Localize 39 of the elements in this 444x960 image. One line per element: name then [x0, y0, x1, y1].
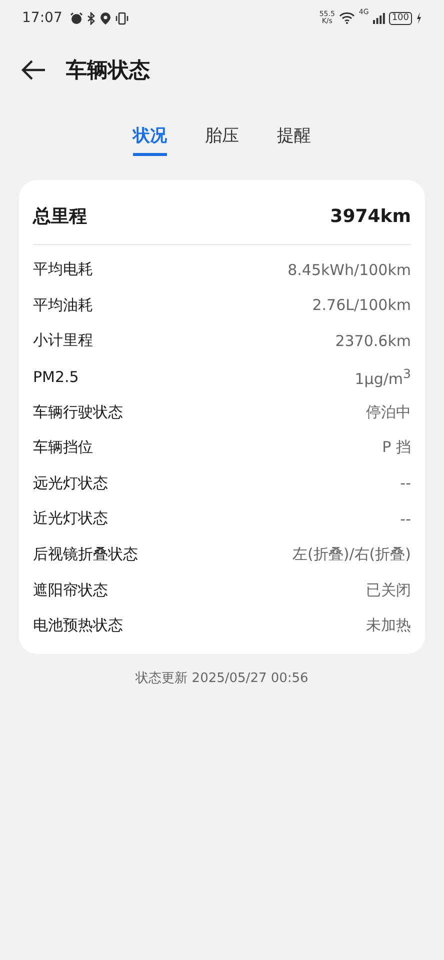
row-label: 平均油耗 — [33, 296, 93, 315]
row-label: 近光灯状态 — [33, 509, 108, 528]
tab[interactable]: 状况 — [133, 124, 167, 156]
location-icon — [100, 12, 112, 24]
back-icon[interactable] — [20, 59, 46, 81]
row-label: 遮阳帘状态 — [33, 580, 108, 600]
row-label: PM2.5 — [33, 368, 79, 386]
signal-icon — [372, 12, 385, 24]
row-label: 后视镜折叠状态 — [33, 545, 138, 564]
row-value: 已关闭 — [366, 580, 411, 600]
row-value: -- — [400, 474, 411, 492]
row-value: 停泊中 — [366, 402, 411, 422]
row-value: 未加热 — [366, 616, 411, 636]
alarm-icon — [70, 12, 84, 24]
row-value: P 挡 — [382, 438, 411, 458]
row-label: 远光灯状态 — [33, 474, 108, 493]
page-title: 车辆状态 — [66, 57, 150, 84]
row-label: 平均电耗 — [33, 260, 93, 280]
tab[interactable]: 胎压 — [205, 124, 239, 156]
row-label: 车辆挡位 — [33, 438, 93, 458]
row-value: -- — [400, 510, 411, 528]
row-value: 2.76L/100km — [312, 296, 411, 314]
row-value: 2370.6km — [335, 332, 411, 350]
bluetooth-icon — [87, 12, 96, 24]
row-value: 1μg/m$^{3}$ — [354, 366, 411, 388]
battery-level: 100 — [388, 12, 412, 24]
vibrate-icon — [115, 12, 130, 24]
row-label: 小计里程 — [33, 331, 93, 350]
row-label: 车辆行驶状态 — [33, 402, 123, 422]
total-mileage-label: 总里程 — [33, 205, 87, 228]
row-label: 电池预热状态 — [33, 616, 123, 636]
row-value: 8.45kWh/100km — [288, 260, 411, 279]
update-time: 状态更新 2025/05/27 00:56 — [136, 670, 308, 686]
row-value: 左(折叠)/右(折叠) — [292, 545, 411, 564]
clock: 17:07 — [22, 10, 62, 26]
charging-icon — [416, 12, 422, 24]
wifi-icon — [338, 12, 355, 24]
total-mileage-value: 3974km — [330, 206, 411, 226]
tab[interactable]: 提醒 — [277, 124, 311, 156]
